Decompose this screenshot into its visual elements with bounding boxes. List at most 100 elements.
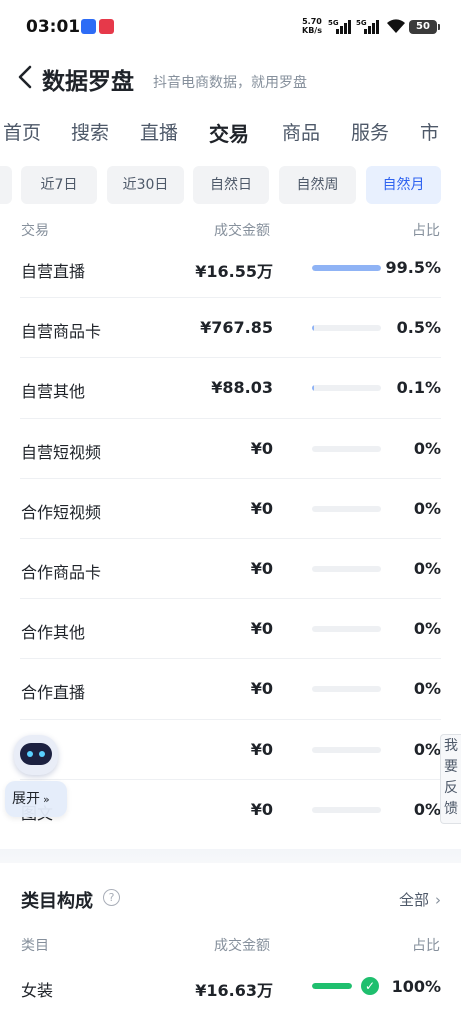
- tab-market[interactable]: 市: [420, 118, 439, 145]
- column-header-share: 占比: [412, 938, 440, 954]
- table-row[interactable]: 图文¥00%: [20, 780, 441, 840]
- trade-amount: ¥0: [250, 799, 273, 819]
- status-time: 03:01: [26, 17, 81, 37]
- double-chevron-down-icon: »: [43, 793, 50, 806]
- table-row[interactable]: 合作商品卡 ¥0 0%: [20, 539, 441, 600]
- period-chip-day[interactable]: 自然日: [193, 166, 269, 204]
- help-icon[interactable]: ?: [103, 889, 120, 906]
- trade-amount: ¥0: [250, 619, 273, 639]
- expand-label: 展开: [12, 791, 40, 807]
- share-bar: [312, 746, 381, 753]
- signal-icon: 5G: [356, 19, 379, 34]
- table-row[interactable]: 自营短视频 ¥0 0%: [20, 419, 441, 479]
- period-chip-30d[interactable]: 近30日: [107, 166, 184, 204]
- section-divider: [0, 849, 461, 863]
- table-row[interactable]: 自营其他 ¥88.03 0.1%: [20, 358, 441, 419]
- tab-trade[interactable]: 交易: [209, 118, 249, 147]
- table-row[interactable]: 自营直播 ¥16.55万 99.5%: [20, 238, 441, 299]
- share-bar: [312, 806, 381, 813]
- trade-share: 0%: [413, 558, 441, 578]
- wifi-icon: [387, 19, 405, 33]
- battery-icon: 50: [409, 20, 440, 34]
- column-header-amount: 成交金额: [214, 938, 270, 954]
- category-name: 女装: [21, 981, 54, 1000]
- trade-share: 0%: [413, 679, 441, 699]
- expand-button[interactable]: 展开»: [5, 781, 67, 817]
- trade-amount: ¥0: [250, 739, 273, 759]
- tab-search[interactable]: 搜索: [71, 118, 109, 145]
- trade-share: 99.5%: [385, 258, 441, 277]
- trade-share: 0%: [413, 438, 441, 458]
- trade-amount: ¥88.03: [211, 378, 273, 398]
- trade-amount: ¥0: [250, 679, 273, 699]
- app-notification-icon: [99, 19, 114, 34]
- view-all-label: 全部: [398, 891, 429, 909]
- assistant-widget[interactable]: 展开»: [5, 731, 67, 819]
- trade-share: 0%: [413, 799, 441, 819]
- category-card: 类目构成 ? 全部 › 类目 成交金额 占比 女装 ¥16.63万 ✓ 100%: [0, 863, 461, 1024]
- page-header: 数据罗盘 抖音电商数据，就用罗盘: [0, 52, 461, 104]
- table-row[interactable]: 合作直播 ¥0 0%: [20, 659, 441, 720]
- app-notification-icon: [81, 19, 96, 34]
- status-bar: 03:01 5.70 KB/s 5G 5G 50: [0, 0, 461, 52]
- signal-label: 5G: [328, 19, 339, 27]
- category-title: 类目构成: [21, 891, 93, 912]
- share-bar: [312, 325, 381, 332]
- feedback-button[interactable]: 我要反馈: [440, 734, 461, 824]
- period-chip-7d[interactable]: 近7日: [21, 166, 97, 204]
- share-bar: [312, 983, 352, 989]
- feedback-label: 我要反馈: [444, 738, 458, 817]
- trade-type-name: 自营其他: [21, 382, 86, 402]
- share-bar: [312, 385, 381, 392]
- tab-live[interactable]: 直播: [140, 118, 178, 145]
- trade-amount: ¥0: [250, 498, 273, 518]
- check-circle-icon: ✓: [361, 977, 379, 995]
- share-bar: [312, 445, 381, 452]
- trade-table: 自营直播 ¥16.55万 99.5% 自营商品卡 ¥767.85 0.5% 自营其他 ¥88.…: [0, 238, 461, 840]
- trade-amount: ¥0: [250, 558, 273, 578]
- robot-avatar-icon[interactable]: [14, 735, 58, 775]
- table-row[interactable]: 自营商品卡 ¥767.85 0.5%: [20, 298, 441, 359]
- page-title: 数据罗盘: [42, 69, 134, 95]
- page-subtitle: 抖音电商数据，就用罗盘: [153, 75, 307, 91]
- table-row[interactable]: 合作短视频 ¥0 0%: [20, 479, 441, 539]
- column-header-amount: 成交金额: [214, 223, 270, 239]
- period-chip-week[interactable]: 自然周: [279, 166, 356, 204]
- chevron-right-icon: ›: [435, 891, 441, 909]
- trade-type-name: 合作直播: [21, 683, 86, 703]
- category-row[interactable]: 女装 ¥16.63万 ✓ 100%: [20, 973, 441, 1003]
- share-bar-fill: [312, 325, 315, 332]
- tab-bar: 首页 搜索 直播 交易 商品 服务 市: [0, 108, 461, 152]
- column-header-category: 类目: [21, 938, 49, 954]
- signal-icon: 5G: [328, 19, 351, 34]
- share-bar: [312, 505, 381, 512]
- trade-share: 0.5%: [396, 318, 441, 338]
- trade-share: 0%: [413, 498, 441, 518]
- share-bar-fill: [312, 983, 352, 989]
- network-speed: 5.70 KB/s: [302, 17, 322, 35]
- tab-service[interactable]: 服务: [351, 118, 389, 145]
- table-row[interactable]: 合作其他 ¥0 0%: [20, 599, 441, 660]
- period-chip-hidden[interactable]: [0, 166, 12, 204]
- share-bar: [312, 686, 381, 693]
- view-all-link[interactable]: 全部 ›: [399, 889, 441, 910]
- trade-amount: ¥767.85: [200, 318, 273, 338]
- trade-type-name: 自营直播: [21, 262, 86, 281]
- tab-product[interactable]: 商品: [282, 118, 320, 145]
- period-chip-month[interactable]: 自然月: [366, 166, 441, 204]
- category-amount: ¥16.63万: [195, 981, 273, 1000]
- share-bar: [312, 565, 381, 572]
- table-row[interactable]: 图文¥00%: [20, 720, 441, 780]
- trade-amount: ¥0: [250, 438, 273, 458]
- trade-amount: ¥16.55万: [195, 262, 273, 281]
- signal-label: 5G: [356, 19, 367, 27]
- tab-home[interactable]: 首页: [3, 118, 41, 145]
- share-bar: [312, 626, 381, 633]
- trade-type-name: 自营短视频: [21, 442, 102, 462]
- column-header-trade: 交易: [21, 223, 49, 239]
- trade-type-name: 合作短视频: [21, 502, 102, 522]
- back-arrow-icon[interactable]: [14, 64, 36, 90]
- trade-type-name: 合作其他: [21, 623, 86, 643]
- share-bar-fill: [312, 385, 315, 392]
- trade-type-name: 合作商品卡: [21, 562, 102, 582]
